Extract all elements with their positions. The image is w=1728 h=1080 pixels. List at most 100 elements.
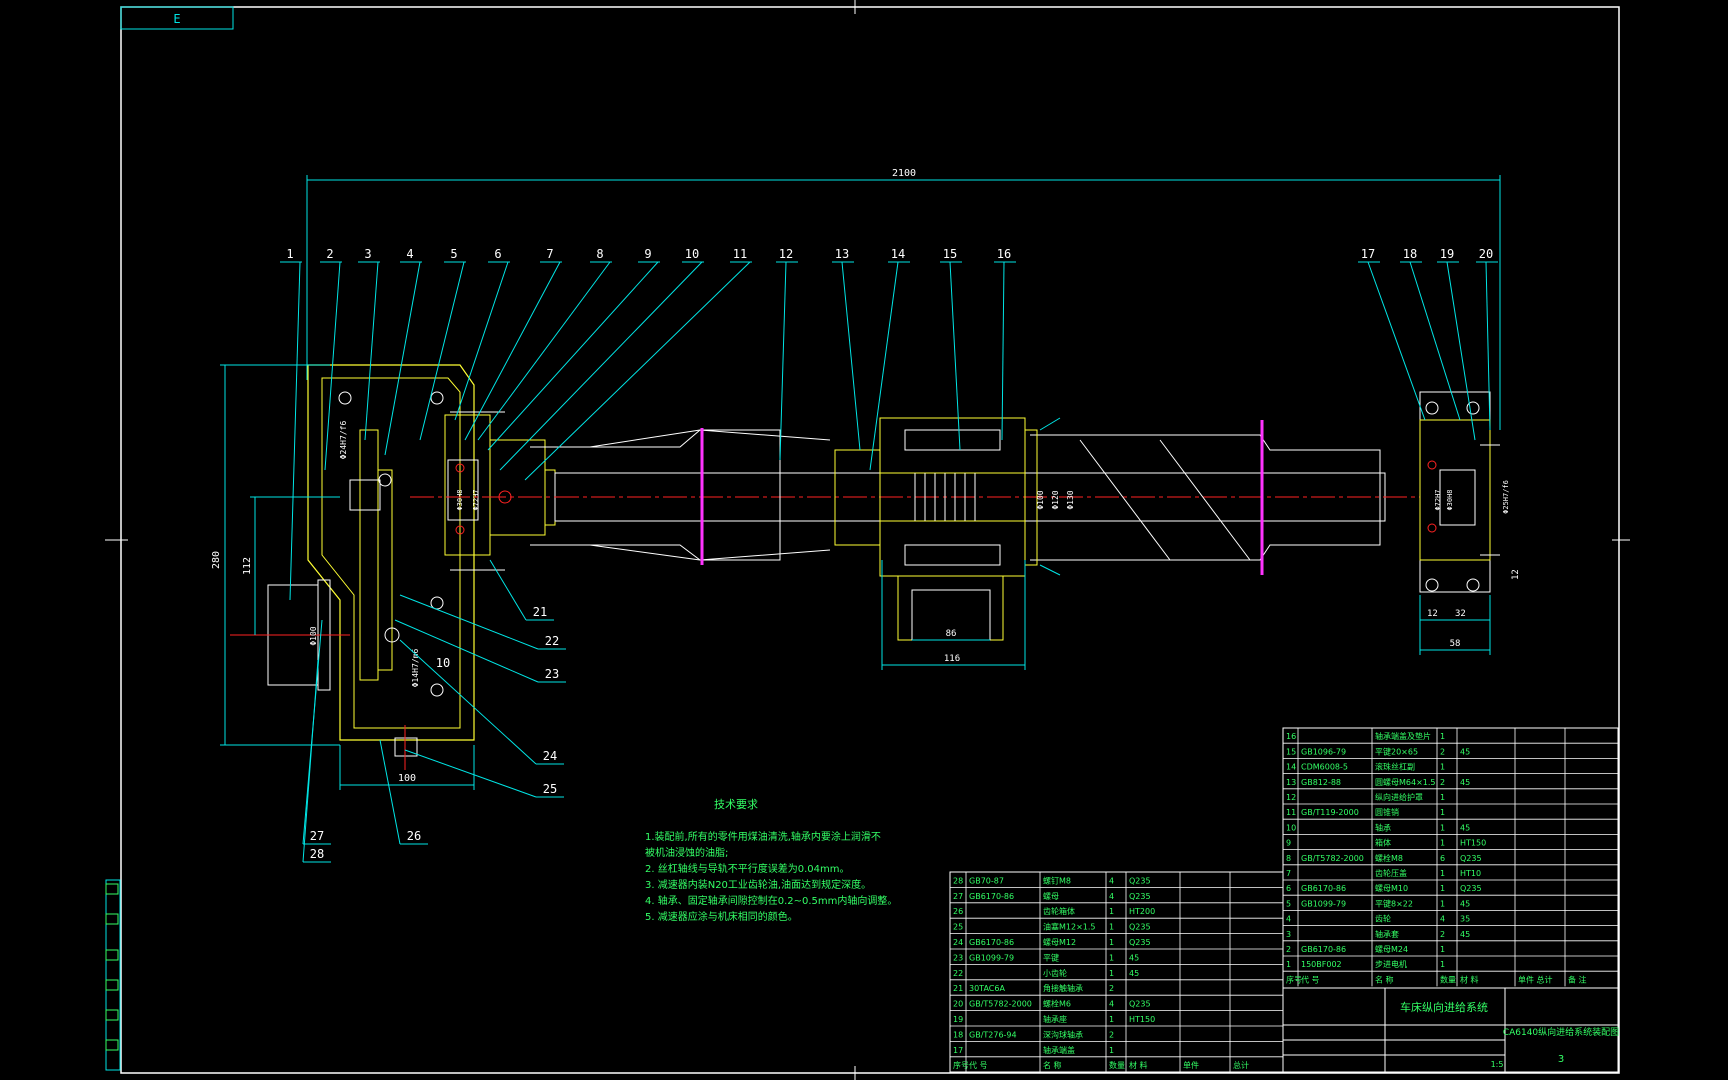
balloon-label: 21 (533, 605, 547, 619)
balloon-top: 18 (1400, 247, 1461, 421)
balloon-label: 4 (406, 247, 413, 261)
balloon-label: 7 (546, 247, 553, 261)
bom-cell: HT150 (1460, 839, 1486, 848)
balloon-label: 9 (644, 247, 651, 261)
bom-cell: 1 (1440, 793, 1445, 802)
balloon-top: 5 (419, 247, 466, 441)
dim-nut-flange: 116 (944, 654, 960, 664)
bom-cell: 28 (953, 876, 963, 885)
bom-cell: 20 (953, 1000, 963, 1009)
bom-row: 8 GB/T5782-2000 螺栓M8 6 Q235 (1283, 853, 1618, 866)
title-block: 车床纵向进给系统 CA6140纵向进给系统装配图 3 1:5 (1282, 987, 1619, 1073)
dim-block-width: 58 (1450, 639, 1461, 649)
gearbox-housing (230, 364, 475, 770)
bom-cell: 1 (1109, 1015, 1114, 1024)
bom-cell: 轴承端盖及垫片 (1375, 731, 1431, 741)
bom-header-cell: 代 号 (1301, 974, 1320, 984)
bom-row: 4 齿轮 4 35 (1283, 914, 1618, 926)
bom-cell: 3 (1286, 930, 1291, 939)
balloon-top: 19 (1437, 247, 1476, 441)
bom-row: 17 轴承端盖 1 (950, 1045, 1283, 1058)
bom-cell: HT200 (1129, 907, 1155, 916)
bom-cell: 齿轮压盖 (1375, 868, 1407, 878)
bom-row: 25 油塞M12×1.5 1 Q235 (950, 922, 1283, 934)
balloon-label: 15 (943, 247, 957, 261)
bom-cell: 2 (1286, 945, 1291, 954)
bom-cell: 螺栓M8 (1375, 853, 1403, 863)
bom-cell: Q235 (1460, 854, 1482, 863)
bom-cell: 6 (1440, 854, 1445, 863)
bom-cell: 45 (1460, 823, 1470, 832)
drawing-scale: 1:5 (1491, 1060, 1504, 1069)
drawing-frame: E (105, 0, 1630, 1080)
bom-row: 13 GB812-88 圆螺母M64×1.5 2 45 (1283, 777, 1618, 790)
note-line: 1.装配前,所有的零件用煤油清洗,轴承内要涂上润滑不 (645, 830, 881, 843)
bom-cell: GB/T119-2000 (1301, 808, 1359, 817)
bom-cell: 油塞M12×1.5 (1043, 922, 1096, 932)
bom-cell: 1 (1440, 823, 1445, 832)
gearbox-dimensions: 280 112 100 Φ24H7/f6 Φ14H7/m6 Φ100 (211, 364, 475, 790)
bom-cell: 1 (1440, 945, 1445, 954)
bom-cell: 9 (1286, 839, 1291, 848)
bom-cell: 4 (1109, 1000, 1114, 1009)
dim-block-c: 12 (1511, 569, 1521, 580)
bom-row: 26 齿轮箱体 1 HT200 (950, 906, 1283, 919)
bom-cell: GB70-87 (969, 876, 1004, 885)
balloon-label: 8 (596, 247, 603, 261)
bom-cell: 齿轮 (1375, 914, 1391, 924)
bom-cell: GB/T276-94 (969, 1030, 1017, 1039)
bearing-label-1: Φ30H8 (456, 489, 464, 510)
front-bearing-housing: Φ30H8 Φ72H7 (444, 411, 556, 571)
bom-header-cell: 序号 (1286, 974, 1302, 984)
bom-row: 7 齿轮压盖 1 HT10 (1283, 868, 1618, 881)
bom-cell: 轴承套 (1375, 929, 1399, 939)
balloon-top: 17 (1358, 247, 1426, 421)
balloon-top: 13 (832, 247, 861, 451)
bom-cell: 25 (953, 923, 963, 932)
balloon-label: 17 (1361, 247, 1375, 261)
cad-drawing: E 2100 280 112 100 Φ24H7/f6 Φ14H7/m6 Φ10… (105, 0, 1630, 1080)
bom-cell: 1 (1440, 960, 1445, 969)
balloon-top: 11 (524, 247, 752, 481)
balloon-label: 23 (545, 667, 559, 681)
bom-cell: 1 (1440, 839, 1445, 848)
bom-cell: 27 (953, 892, 963, 901)
bom-cell: GB1099-79 (1301, 899, 1346, 908)
bom-cell: 1 (1109, 923, 1114, 932)
motor-dia-label: Φ100 (309, 626, 318, 645)
balloon-label: 20 (1479, 247, 1493, 261)
bom-header-cell: 序号 (953, 1060, 969, 1070)
bom-cell: 平键20×65 (1375, 746, 1418, 756)
bom-cell: 6 (1286, 884, 1291, 893)
bom-header-cell: 材 料 (1460, 974, 1479, 984)
balloon-label: 1 (286, 247, 293, 261)
technical-notes: 技术要求 1.装配前,所有的零件用煤油清洗,轴承内要涂上润滑不 被机油浸蚀的油脂… (645, 798, 897, 923)
notes-title: 技术要求 (714, 798, 758, 811)
bom-row: 24 GB6170-86 螺母M12 1 Q235 (950, 937, 1283, 950)
bom-cell: 圆锥销 (1375, 807, 1399, 817)
balloon-label: 6 (494, 247, 501, 261)
bom-row: 14 CDM6008-5 滚珠丝杠副 1 (1283, 762, 1618, 774)
bom-row: 3 轴承套 2 45 (1283, 929, 1618, 942)
balloon-top: 1 (280, 247, 302, 601)
bom-cell: Q235 (1460, 884, 1482, 893)
side-balloons: 21 22 23 24 25 26 27 28 10 (302, 559, 566, 863)
bom-cell: 24 (953, 938, 963, 947)
bom-cell: 小齿轮 (1043, 968, 1067, 978)
note-line: 3. 减速器内装N20工业齿轮油,油面达到规定深度。 (645, 878, 871, 891)
bom-cell: GB/T5782-2000 (969, 1000, 1032, 1009)
bom-cell: 30TAC6A (969, 984, 1005, 993)
balloon-label: 5 (450, 247, 457, 261)
bom-cell: 2 (1109, 1030, 1114, 1039)
bom-row: 22 小齿轮 1 45 (950, 968, 1283, 981)
dim-overall-length: 2100 (892, 168, 916, 179)
balloon-side: 22 (399, 594, 566, 650)
bearing-label-2: Φ72H7 (472, 489, 480, 510)
bom-cell: 2 (1440, 778, 1445, 787)
bom-row: 20 GB/T5782-2000 螺栓M6 4 Q235 (950, 999, 1283, 1011)
bom-row: 2 GB6170-86 螺母M24 1 (1283, 944, 1618, 957)
bom-cell: 12 (1286, 793, 1296, 802)
bom-cell: 17 (953, 1046, 963, 1055)
bom-row: 1 150BF002 步进电机 1 (1283, 959, 1618, 972)
bom-row: 19 轴承座 1 HT150 (950, 1014, 1283, 1027)
